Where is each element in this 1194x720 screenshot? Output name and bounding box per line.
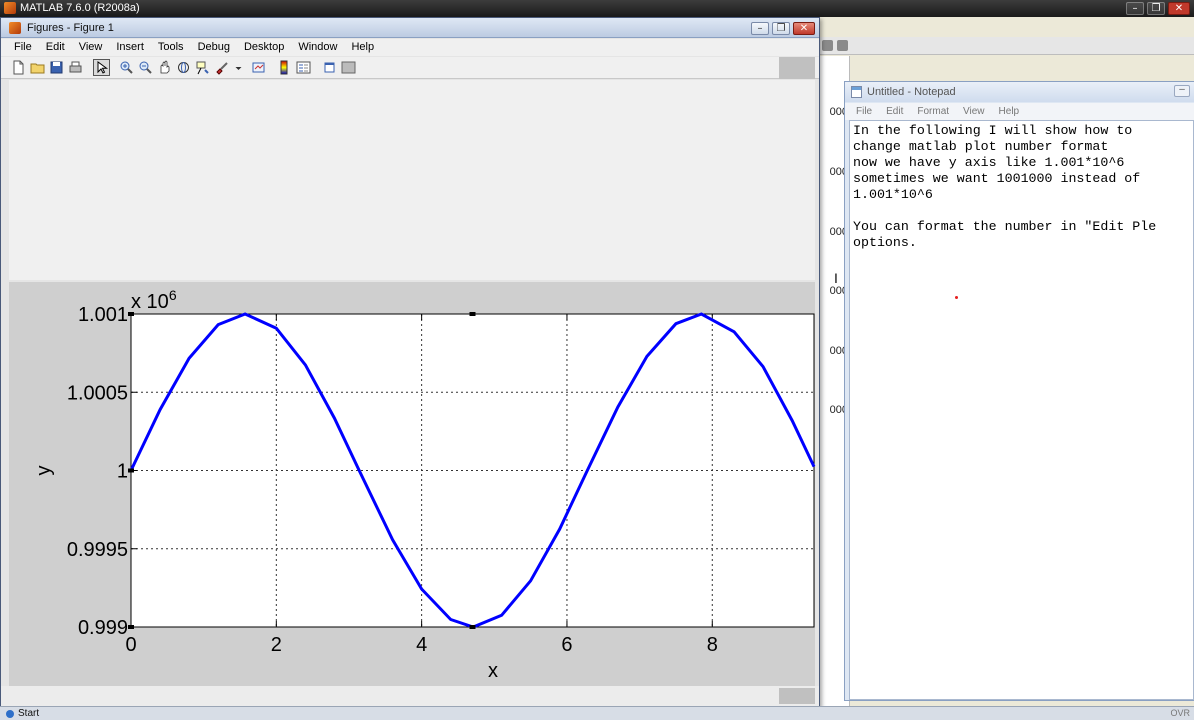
figure-title: Figures - Figure 1: [27, 22, 114, 34]
notepad-menu-edit[interactable]: Edit: [879, 103, 910, 120]
matlab-minimize-button[interactable]: –: [1126, 2, 1144, 15]
figure-menubar: File Edit View Insert Tools Debug Deskto…: [1, 39, 819, 56]
save-icon[interactable]: [49, 60, 64, 75]
link-plot-icon[interactable]: [251, 60, 266, 75]
figure-close-button[interactable]: ✕: [793, 21, 815, 35]
insert-legend-icon[interactable]: [296, 60, 311, 75]
open-file-icon[interactable]: [30, 60, 45, 75]
notepad-icon: [851, 86, 862, 98]
pan-hand-icon[interactable]: [157, 60, 172, 75]
matlab-titlebar[interactable]: MATLAB 7.6.0 (R2008a) – ❐ ✕: [0, 0, 1194, 17]
matlab-close-button[interactable]: ✕: [1168, 2, 1190, 15]
rotate-3d-icon[interactable]: [176, 60, 191, 75]
matlab-maximize-button[interactable]: ❐: [1147, 2, 1165, 15]
show-plot-tools-icon[interactable]: [341, 60, 356, 75]
matlab-title: MATLAB 7.6.0 (R2008a): [20, 2, 140, 14]
menu-desktop[interactable]: Desktop: [237, 39, 291, 56]
figure-status-bar: [1, 686, 819, 706]
menu-view[interactable]: View: [72, 39, 110, 56]
notepad-menu-file[interactable]: File: [849, 103, 879, 120]
menu-window[interactable]: Window: [291, 39, 344, 56]
matlab-figure-icon: [9, 22, 21, 34]
overwrite-indicator: OVR: [1170, 708, 1190, 718]
figure-minimize-button[interactable]: –: [751, 21, 769, 35]
brush-icon[interactable]: [214, 60, 229, 75]
text-cursor-icon: I: [834, 270, 838, 286]
figure-titlebar[interactable]: Figures - Figure 1 – ❐ ✕: [1, 18, 819, 38]
figure-toolbar: [1, 57, 819, 79]
menu-debug[interactable]: Debug: [191, 39, 237, 56]
figure-canvas[interactable]: [9, 282, 815, 687]
matlab-logo-icon: [4, 2, 16, 14]
notepad-window[interactable]: Untitled - Notepad – File Edit Format Vi…: [844, 81, 1194, 701]
figure-window[interactable]: Figures - Figure 1 – ❐ ✕ File Edit View …: [0, 17, 820, 707]
start-button[interactable]: Start: [4, 707, 43, 720]
notepad-menu-view[interactable]: View: [956, 103, 992, 120]
taskbar: Start OVR: [0, 706, 1194, 720]
insert-colorbar-icon[interactable]: [277, 60, 292, 75]
data-cursor-icon[interactable]: [195, 60, 210, 75]
figure-scroll-corner: [779, 688, 815, 704]
notepad-content: In the following I will show how to chan…: [853, 123, 1157, 250]
menu-help[interactable]: Help: [344, 39, 381, 56]
edit-plot-arrow-icon[interactable]: [93, 59, 110, 76]
mouse-pointer-dot: [955, 296, 958, 299]
windows-start-icon: [6, 710, 14, 718]
notepad-menubar: File Edit Format View Help: [845, 103, 1194, 120]
toolbar-icon[interactable]: [837, 40, 848, 51]
print-icon[interactable]: [68, 60, 83, 75]
new-figure-icon[interactable]: [11, 60, 26, 75]
menu-edit[interactable]: Edit: [39, 39, 72, 56]
menu-insert[interactable]: Insert: [109, 39, 151, 56]
notepad-title: Untitled - Notepad: [867, 86, 956, 98]
notepad-menu-help[interactable]: Help: [992, 103, 1027, 120]
start-label: Start: [18, 708, 40, 719]
menu-tools[interactable]: Tools: [151, 39, 191, 56]
toolbar-overflow-area: [779, 57, 815, 79]
zoom-in-icon[interactable]: [119, 60, 134, 75]
figure-empty-area: [9, 80, 815, 280]
notepad-minimize-button[interactable]: –: [1174, 85, 1190, 97]
brush-dropdown-icon[interactable]: [231, 60, 242, 75]
notepad-text-area[interactable]: In the following I will show how to chan…: [849, 120, 1194, 700]
matlab-toolbar: [820, 37, 1194, 55]
notepad-titlebar[interactable]: Untitled - Notepad –: [845, 82, 1194, 102]
menu-file[interactable]: File: [7, 39, 39, 56]
hide-plot-tools-icon[interactable]: [322, 60, 337, 75]
notepad-menu-format[interactable]: Format: [910, 103, 956, 120]
zoom-out-icon[interactable]: [138, 60, 153, 75]
toolbar-icon[interactable]: [822, 40, 833, 51]
figure-maximize-button[interactable]: ❐: [772, 21, 790, 35]
